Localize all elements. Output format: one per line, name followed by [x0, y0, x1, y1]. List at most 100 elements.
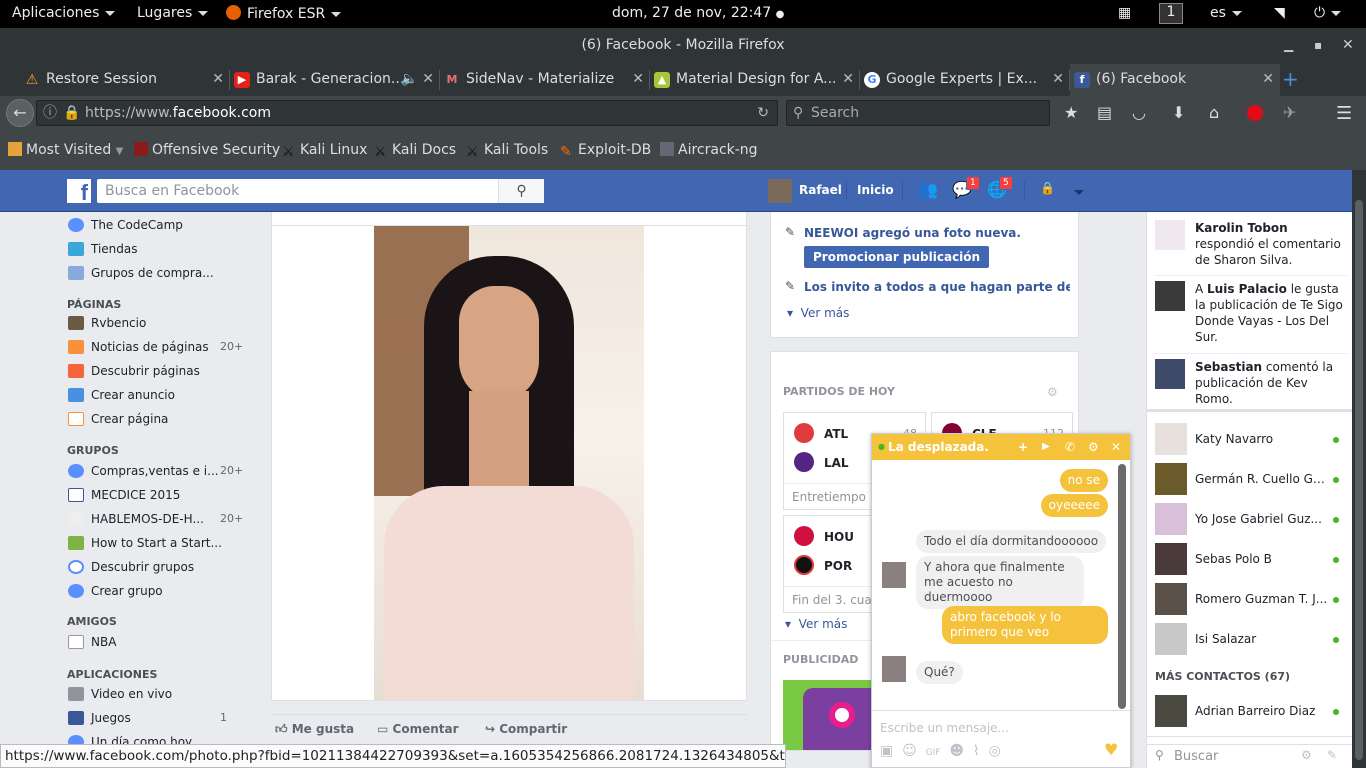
search-bar[interactable]: ⚲ Search [786, 100, 1050, 126]
maximize-icon[interactable]: ▪ [1314, 28, 1322, 62]
firefox-app-menu[interactable]: Firefox ESR [226, 5, 342, 22]
search-button[interactable]: ⚲ [498, 179, 544, 203]
left-item-on-this-day[interactable]: Un día como hoy3 [68, 735, 192, 744]
left-item-games[interactable]: Juegos 1 [68, 711, 227, 731]
extension-flag-icon[interactable] [1247, 105, 1263, 121]
tab-materialize[interactable]: M SideNav - Materialize ✕ [440, 64, 650, 96]
tab-material-design[interactable]: ▲ Material Design for A... ✕ [650, 64, 860, 96]
contact-adrian-barreiro[interactable]: Adrian Barreiro Diaz [1155, 695, 1347, 729]
left-item-rvbencio[interactable]: Rvbencio [68, 316, 146, 336]
close-tab-icon[interactable]: ✕ [1262, 64, 1274, 94]
like-button[interactable]: 👍︎ Me gusta [275, 722, 354, 737]
page-scrollbar[interactable] [1352, 170, 1366, 768]
bookmark-star-icon[interactable]: ★ [1064, 103, 1078, 122]
camera-icon[interactable]: ◎ [989, 743, 1001, 759]
facebook-search-input[interactable]: Busca en Facebook ⚲ [97, 179, 544, 203]
facebook-logo-icon[interactable]: f [67, 179, 91, 205]
chat-input[interactable]: Escribe un mensaje... [880, 721, 1009, 735]
heart-icon[interactable]: ♥ [1104, 740, 1118, 759]
see-more-games-link[interactable]: ▾ Ver más [785, 617, 847, 631]
left-item-discover-pages[interactable]: Descubrir páginas [68, 364, 200, 384]
left-item-nba[interactable]: NBA [68, 635, 116, 655]
left-item-grupos-compra[interactable]: Grupos de compra... [68, 266, 214, 286]
left-item-page-feed[interactable]: Noticias de páginas 20+ [68, 340, 243, 360]
left-item-discover-groups[interactable]: Descubrir grupos [68, 560, 194, 580]
post-photo[interactable] [374, 226, 644, 700]
left-item-group-2[interactable]: MECDICE 2015 [68, 488, 180, 508]
reload-icon[interactable]: ↻ [757, 101, 769, 125]
left-item-group-4[interactable]: How to Start a Start... [68, 536, 222, 556]
back-button[interactable]: ← [6, 99, 34, 127]
bookmark-kali-linux[interactable]: ⚔ Kali Linux [282, 142, 367, 160]
close-window-icon[interactable]: ✕ [1342, 28, 1354, 62]
gear-icon[interactable]: ⚙ [1301, 748, 1312, 762]
tab-restore-session[interactable]: ⚠ Restore Session ✕ [20, 64, 230, 96]
close-icon[interactable]: ✕ [1111, 434, 1121, 460]
chat-header[interactable]: ● La desplazada. + ▶ ✆ ⚙ ✕ [872, 434, 1130, 460]
sidebar-search-bar[interactable]: ⚲ Buscar ⚙ ✎ [1146, 744, 1352, 768]
workspaces-icon[interactable]: ▦ [1118, 5, 1131, 21]
bookmark-offensive-security[interactable]: Offensive Security [134, 142, 280, 158]
invite-link[interactable]: Los invito a todos a que hagan parte de … [804, 280, 1070, 294]
ticker-item[interactable]: A Luis Palacio le gusta la publicación d… [1155, 281, 1347, 349]
close-tab-icon[interactable]: ✕ [1052, 64, 1064, 94]
share-button[interactable]: ↪ Compartir [485, 722, 567, 736]
sticker-icon[interactable]: ☺ [902, 743, 917, 759]
left-item-create-page[interactable]: Crear página [68, 412, 168, 432]
ticker-item[interactable]: Sebastian comentó la publicación de Kev … [1155, 359, 1347, 406]
photo-icon[interactable]: ▣ [880, 743, 893, 759]
close-tab-icon[interactable]: ✕ [632, 64, 644, 94]
close-tab-icon[interactable]: ✕ [212, 64, 224, 94]
contact-german-cuello[interactable]: Germán R. Cuello Gu... [1155, 463, 1347, 497]
gif-icon[interactable]: GIF [926, 748, 941, 758]
left-item-tiendas[interactable]: Tiendas [68, 242, 138, 262]
bookmark-aircrack[interactable]: Aircrack-ng [660, 142, 758, 158]
account-menu-icon[interactable] [1068, 185, 1084, 199]
home-icon[interactable]: ⌂ [1209, 103, 1219, 122]
reading-list-icon[interactable]: ▤ [1097, 103, 1112, 122]
left-item-group-1[interactable]: Compras,ventas e i... 20+ [68, 464, 243, 484]
see-more-link[interactable]: ▾ Ver más [787, 306, 849, 320]
contact-isi-salazar[interactable]: Isi Salazar [1155, 623, 1347, 657]
left-item-live-video[interactable]: Video en vivo [68, 687, 172, 707]
pocket-icon[interactable]: ◡ [1132, 103, 1146, 122]
attachment-icon[interactable]: ⌇ [973, 743, 980, 759]
contact-romero-guzman[interactable]: Romero Guzman T. J... [1155, 583, 1347, 617]
places-menu[interactable]: Lugares [137, 5, 209, 21]
close-tab-icon[interactable]: ✕ [422, 64, 434, 94]
ticker-item[interactable]: Karolin Tobon respondió el comentario de… [1155, 220, 1347, 276]
profile-link[interactable]: Rafael [799, 183, 842, 197]
extension-icon[interactable]: ✈ [1283, 103, 1296, 122]
wifi-icon[interactable]: ◥ [1274, 5, 1285, 21]
comment-button[interactable]: ▭ Comentar [377, 722, 459, 736]
bookmark-kali-docs[interactable]: ⚔ Kali Docs [374, 142, 456, 160]
add-person-icon[interactable]: + [1018, 434, 1028, 460]
applications-menu[interactable]: Aplicaciones [12, 5, 116, 21]
gear-icon[interactable]: ⚙ [1088, 434, 1099, 460]
language-menu[interactable]: es [1210, 5, 1242, 21]
promote-button[interactable]: Promocionar publicación [804, 246, 990, 268]
downloads-icon[interactable]: ⬇ [1172, 103, 1185, 122]
left-item-codecamp[interactable]: The CodeCamp [68, 218, 183, 238]
system-menu-icon[interactable]: ⏻ [1314, 5, 1342, 21]
privacy-shortcuts-icon[interactable]: 🔒 [1040, 181, 1055, 195]
left-item-group-3[interactable]: HABLEMOS-DE-H... 20+ [68, 512, 243, 532]
tab-youtube[interactable]: ▶ Barak - Generacion... 🔈 ✕ [230, 64, 440, 96]
bookmark-kali-tools[interactable]: ⚔ Kali Tools [466, 142, 548, 160]
emoji-icon[interactable]: ☻ [949, 743, 964, 759]
friend-requests-icon[interactable]: 👥 [918, 180, 938, 199]
page-update-link[interactable]: NEEWOI agregó una foto nueva. [804, 226, 1021, 240]
url-bar[interactable]: ⓘ 🔒 https://www.facebook.com ↻ [36, 100, 778, 126]
left-item-create-ad[interactable]: Crear anuncio [68, 388, 175, 408]
video-call-icon[interactable]: ▶ [1042, 434, 1050, 460]
minimize-icon[interactable]: ▁ [1284, 28, 1293, 62]
gear-icon[interactable]: ⚙ [1047, 385, 1058, 399]
phone-icon[interactable]: ✆ [1065, 434, 1075, 460]
close-tab-icon[interactable]: ✕ [842, 64, 854, 94]
contact-jose-gabriel[interactable]: Yo Jose Gabriel Guz... [1155, 503, 1347, 537]
scrollbar-thumb[interactable] [1355, 200, 1363, 760]
avatar[interactable] [768, 179, 792, 203]
home-link[interactable]: Inicio [857, 183, 894, 197]
chat-scrollbar[interactable] [1118, 464, 1126, 709]
bookmark-most-visited[interactable]: Most Visited ▼ [8, 142, 123, 158]
